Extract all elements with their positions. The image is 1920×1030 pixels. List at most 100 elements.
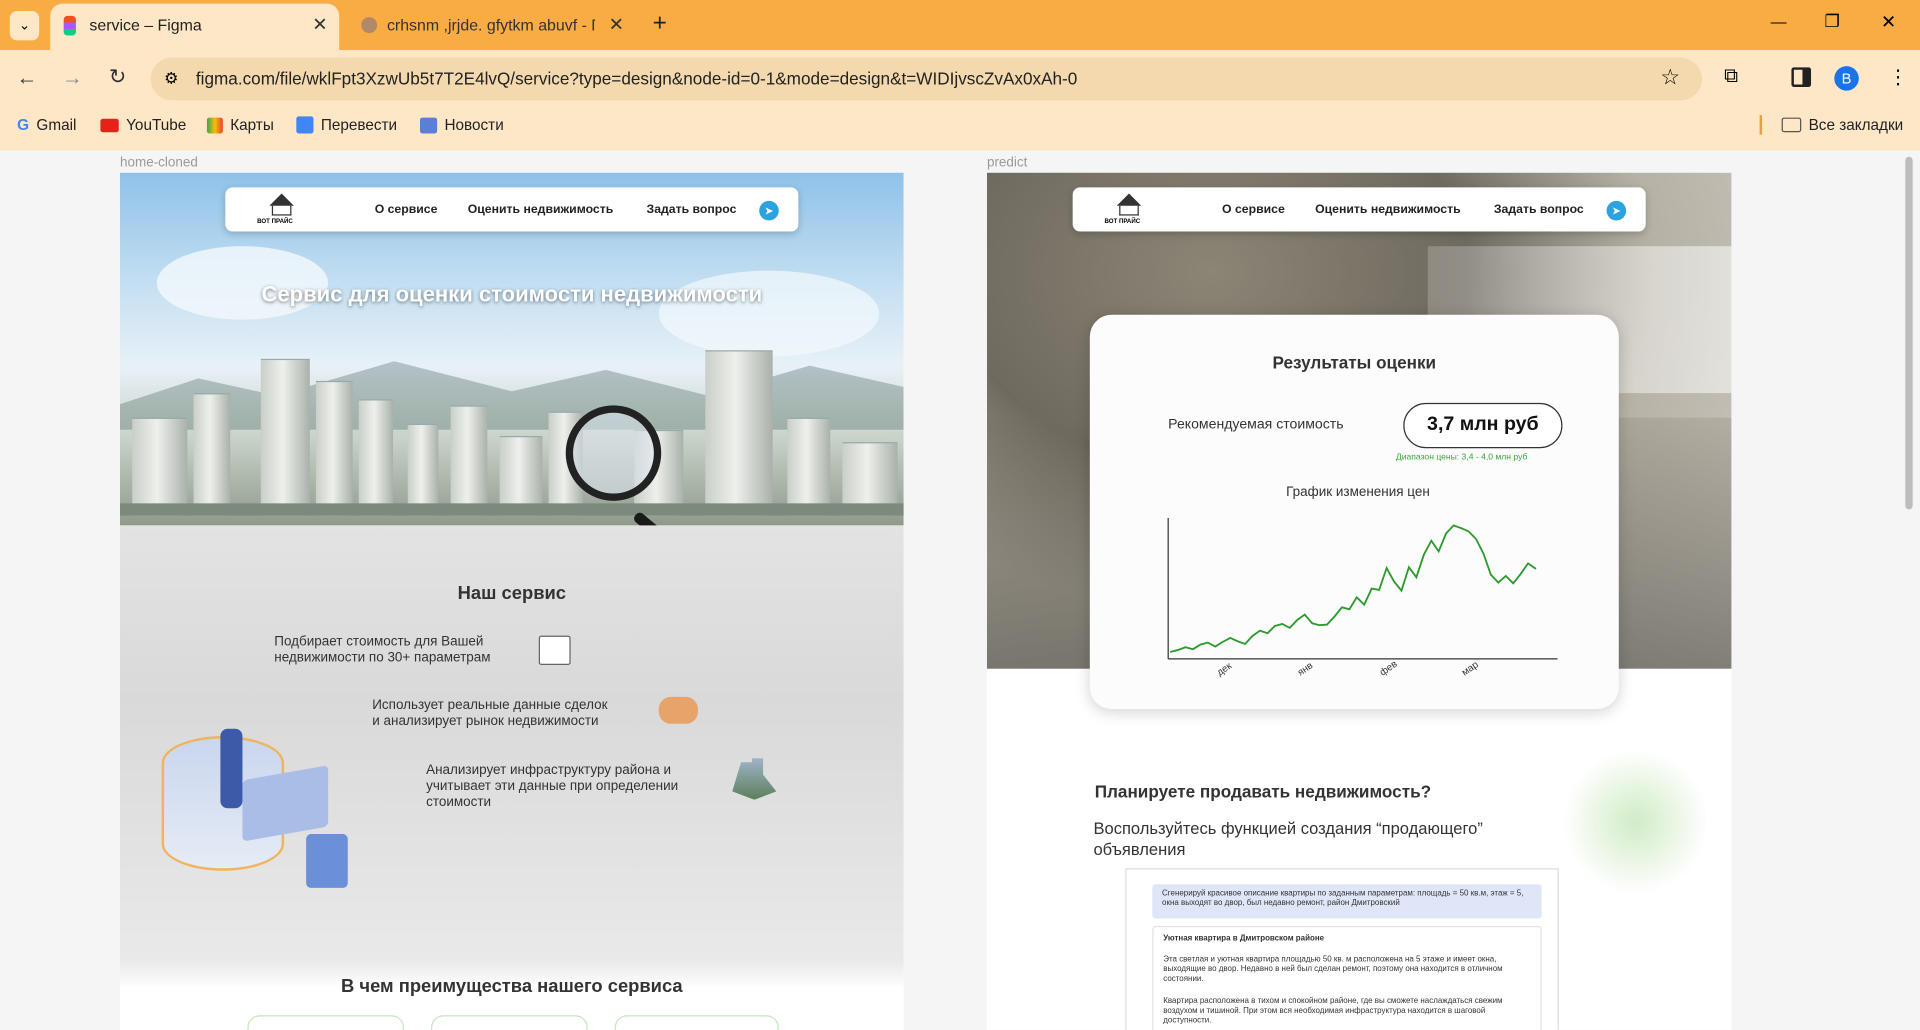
advantage-card [614, 1015, 779, 1030]
nav-evaluate[interactable]: Оценить недвижимость [1315, 203, 1461, 216]
answer-paragraph-1: Эта светлая и уютная квартира площадью 5… [1163, 955, 1503, 984]
nav-about[interactable]: О сервисе [375, 203, 438, 216]
price-point [1400, 589, 1403, 592]
answer-paragraph-2: Квартира расположена в тихом и спокойном… [1163, 996, 1503, 1026]
prompt-bubble: Сгенерируй красивое описание квартиры по… [1152, 884, 1542, 919]
city-skyline [120, 350, 904, 516]
close-tab-icon[interactable]: ✕ [609, 13, 624, 36]
price-point [1460, 527, 1462, 529]
price-point [1274, 625, 1276, 627]
restore-button[interactable]: ❐ [1825, 11, 1840, 32]
logo[interactable]: ВОТ ПРАЙС [257, 191, 306, 228]
price-point [1311, 622, 1313, 624]
bookmark-youtube[interactable]: YouTube [100, 116, 186, 133]
nav-ask[interactable]: Задать вопрос [647, 203, 737, 216]
telegram-icon[interactable]: ➤ [1606, 200, 1627, 221]
canvas-scrollbar[interactable] [1905, 156, 1913, 510]
price-point [1333, 615, 1336, 618]
price-series-line [1170, 524, 1537, 653]
price-point [1184, 646, 1187, 648]
hero-title: Сервис для оценки стоимости недвижимости [261, 281, 763, 307]
price-point [1452, 524, 1455, 527]
feature-text-2: Использует реальные данные сделок и анал… [372, 698, 608, 729]
bookmark-star-icon[interactable]: ☆ [1660, 65, 1680, 91]
profile-avatar[interactable]: B [1834, 66, 1859, 91]
price-point [1229, 637, 1231, 639]
nav-bar: ВОТ ПРАЙС О сервисе Оценить недвижимость… [225, 187, 799, 232]
price-point [1527, 562, 1529, 565]
x-tick-label: дек [1215, 660, 1235, 678]
checklist-icon [538, 635, 571, 666]
results-card: Результаты оценки Рекомендуемая стоимост… [1089, 314, 1619, 710]
chart-title: График изменения цен [1286, 484, 1430, 500]
logo-text: ВОТ ПРАЙС [257, 217, 293, 226]
minimize-button[interactable]: — [1771, 12, 1787, 30]
extensions-icon[interactable]: ⧉ [1724, 66, 1738, 88]
side-panel-icon[interactable] [1791, 67, 1812, 87]
price-point [1169, 651, 1172, 653]
nav-evaluate[interactable]: Оценить недвижимость [468, 203, 614, 216]
price-point [1318, 624, 1321, 626]
price-point [1370, 587, 1373, 590]
price-point [1408, 566, 1410, 569]
price-point [1207, 641, 1209, 644]
results-title: Результаты оценки [1272, 352, 1437, 373]
news-icon [420, 116, 438, 133]
frame-label-home[interactable]: home-cloned [120, 156, 198, 171]
x-tick-label: мар [1460, 659, 1481, 678]
bookmarks-divider [1759, 115, 1763, 135]
price-point [1497, 581, 1500, 584]
tab-search-button[interactable]: ⌄ [9, 11, 40, 41]
all-bookmarks[interactable]: Все закладки [1781, 116, 1903, 133]
logo[interactable]: ВОТ ПРАЙС [1104, 191, 1153, 228]
telegram-icon[interactable]: ➤ [759, 200, 779, 221]
figma-icon [63, 15, 76, 36]
price-point [1236, 640, 1239, 642]
x-tick-label: янв [1296, 660, 1315, 678]
price-range: Диапазон цены: 3,4 - 4,0 млн руб [1395, 453, 1528, 462]
close-window-button[interactable]: ✕ [1881, 11, 1896, 33]
frame-predict[interactable]: ВОТ ПРАЙС О сервисе Оценить недвижимость… [986, 172, 1732, 1030]
price-point [1445, 532, 1447, 535]
price-value: 3,7 млн руб [1403, 402, 1563, 449]
back-icon[interactable]: ← [12, 66, 41, 90]
advantage-card [431, 1015, 588, 1030]
x-tick-label: фев [1378, 659, 1400, 679]
page-icon [361, 17, 378, 34]
price-point [1222, 641, 1224, 643]
price-point [1505, 575, 1507, 577]
bookmark-gmail[interactable]: G Gmail [17, 116, 76, 133]
bookmark-maps[interactable]: Карты [206, 116, 274, 133]
price-point [1177, 649, 1179, 651]
google-icon: G [17, 116, 30, 134]
menu-icon[interactable]: ⋮ [1888, 65, 1908, 89]
forward-icon[interactable]: → [58, 66, 87, 90]
close-tab-icon[interactable]: ✕ [312, 13, 327, 36]
handshake-icon [658, 696, 698, 724]
answer-box: Уютная квартира в Дмитровском районе Эта… [1152, 925, 1542, 1030]
site-settings-icon[interactable]: ⚙ [164, 69, 178, 89]
reload-icon[interactable]: ↻ [103, 65, 132, 89]
price-point [1482, 552, 1485, 555]
frame-home[interactable]: ВОТ ПРАЙС О сервисе Оценить недвижимость… [120, 172, 904, 1030]
price-point [1363, 603, 1365, 606]
listing-generator-preview: Сгенерируй красивое описание квартиры по… [1125, 868, 1559, 1030]
nav-about[interactable]: О сервисе [1222, 203, 1285, 216]
price-point [1490, 573, 1492, 576]
tab-title: crhsnm ,jrjde. gfytkm abuvf - П… [386, 15, 595, 35]
bookmark-news[interactable]: Новости [420, 116, 504, 133]
folder-icon [1781, 117, 1802, 133]
price-point [1341, 606, 1343, 609]
bookmark-translate[interactable]: Перевести [296, 116, 397, 134]
url-text[interactable]: figma.com/file/wklFpt3XzwUb5t7T2E4lvQ/se… [196, 69, 1077, 89]
nav-ask[interactable]: Задать вопрос [1494, 203, 1584, 216]
new-tab-button[interactable]: + [653, 10, 667, 38]
frame-label-predict[interactable]: predict [987, 156, 1027, 171]
tab-second[interactable]: crhsnm ,jrjde. gfytkm abuvf - П… ✕ [349, 4, 638, 51]
tab-figma[interactable]: service – Figma ✕ [50, 3, 340, 51]
price-point [1266, 632, 1269, 635]
price-point [1519, 573, 1522, 575]
price-point [1214, 645, 1217, 648]
youtube-icon [100, 118, 119, 132]
price-point [1356, 596, 1358, 599]
